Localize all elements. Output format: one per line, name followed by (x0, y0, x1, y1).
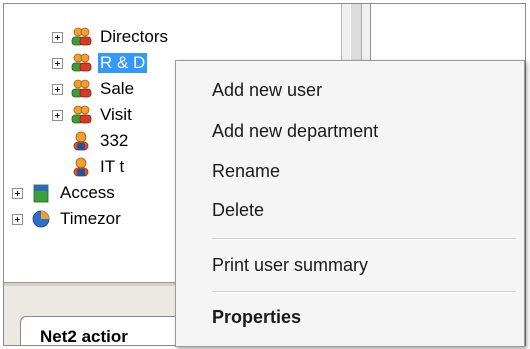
tree-item-sales[interactable]: Sale (52, 78, 136, 100)
access-level-icon (30, 183, 52, 203)
expand-icon[interactable] (12, 187, 23, 199)
tree-item-visitors[interactable]: Visit (52, 104, 134, 126)
menu-item-add-new-department[interactable]: Add new department (212, 116, 378, 146)
tree-item-label: R & D (98, 53, 148, 73)
expand-icon[interactable] (12, 213, 23, 225)
tree-item-label: Sale (100, 79, 135, 98)
tab-net2-actions[interactable]: Net2 actior (20, 316, 190, 346)
timezone-icon (30, 209, 52, 229)
expand-icon[interactable] (52, 31, 63, 43)
user-icon (70, 131, 92, 151)
menu-item-add-new-user[interactable]: Add new user (212, 75, 322, 105)
menu-item-rename[interactable]: Rename (212, 156, 280, 186)
tab-label: Net2 actior (40, 327, 128, 346)
user-icon (70, 157, 92, 177)
tree-item-label: 332 (100, 131, 129, 150)
tree-item-label: Directors (100, 27, 169, 46)
expand-icon[interactable] (52, 83, 63, 95)
tree-item-label: Timezor (60, 209, 121, 228)
tree-item-access[interactable]: Access (12, 182, 117, 204)
tree-item-label: Access (60, 183, 115, 202)
user-group-icon (70, 105, 92, 125)
expand-icon[interactable] (52, 57, 63, 69)
menu-item-delete[interactable]: Delete (212, 195, 264, 225)
menu-item-properties[interactable]: Properties (212, 302, 301, 332)
menu-separator (212, 291, 516, 293)
tree-item-label: Visit (100, 105, 132, 124)
tree-item-user-it[interactable]: IT t (70, 156, 126, 178)
user-group-icon (70, 27, 92, 47)
tree-item-user-332[interactable]: 332 (70, 130, 130, 152)
menu-separator (212, 238, 516, 240)
user-group-icon (70, 79, 92, 99)
menu-item-print-user-summary[interactable]: Print user summary (212, 250, 368, 280)
user-group-icon (70, 53, 92, 73)
tree-item-rnd[interactable]: R & D (52, 52, 148, 74)
context-menu: Add new user Add new department Rename D… (175, 60, 525, 347)
tree-item-timezones[interactable]: Timezor (12, 208, 123, 230)
tree-item-label: IT t (100, 157, 125, 176)
tree-item-directors[interactable]: Directors (52, 26, 170, 48)
expand-icon[interactable] (52, 109, 63, 121)
